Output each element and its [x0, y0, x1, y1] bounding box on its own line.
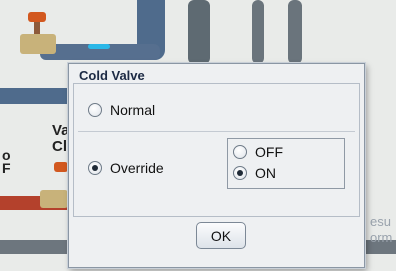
override-label: Override [110, 160, 164, 176]
cold-valve-dialog: Cold Valve Normal Override OFF ON OK [68, 63, 365, 268]
override-option[interactable]: Override [88, 160, 164, 176]
pipe-left-blue [0, 88, 68, 104]
background-label: orm [370, 230, 393, 245]
radio-button-icon[interactable] [88, 103, 102, 117]
valve-icon[interactable] [20, 12, 60, 56]
override-state-panel: OFF ON [227, 138, 345, 189]
normal-option[interactable]: Normal [88, 102, 155, 118]
pipe-vertical-gray-2 [252, 0, 264, 64]
pipe-vertical-gray-1 [188, 0, 210, 64]
off-option[interactable]: OFF [233, 144, 283, 160]
pipe-vertical-gray-3 [288, 0, 302, 64]
radio-button-icon[interactable] [233, 166, 247, 180]
off-label: OFF [255, 144, 283, 160]
dialog-title: Cold Valve [79, 68, 145, 83]
radio-button-icon[interactable] [88, 161, 102, 175]
valve-icon[interactable] [40, 162, 68, 208]
background-label: Cl [52, 138, 67, 155]
ok-button[interactable]: OK [196, 222, 246, 249]
pipe-left-gray [0, 240, 68, 254]
on-label: ON [255, 165, 276, 181]
background-label: F [2, 160, 11, 176]
cyan-flow-marker [88, 44, 110, 49]
on-option[interactable]: ON [233, 165, 276, 181]
normal-label: Normal [110, 102, 156, 118]
background-label: Va [52, 122, 70, 139]
radio-button-icon[interactable] [233, 145, 247, 159]
background-label: esu [370, 214, 391, 229]
divider [78, 131, 355, 132]
